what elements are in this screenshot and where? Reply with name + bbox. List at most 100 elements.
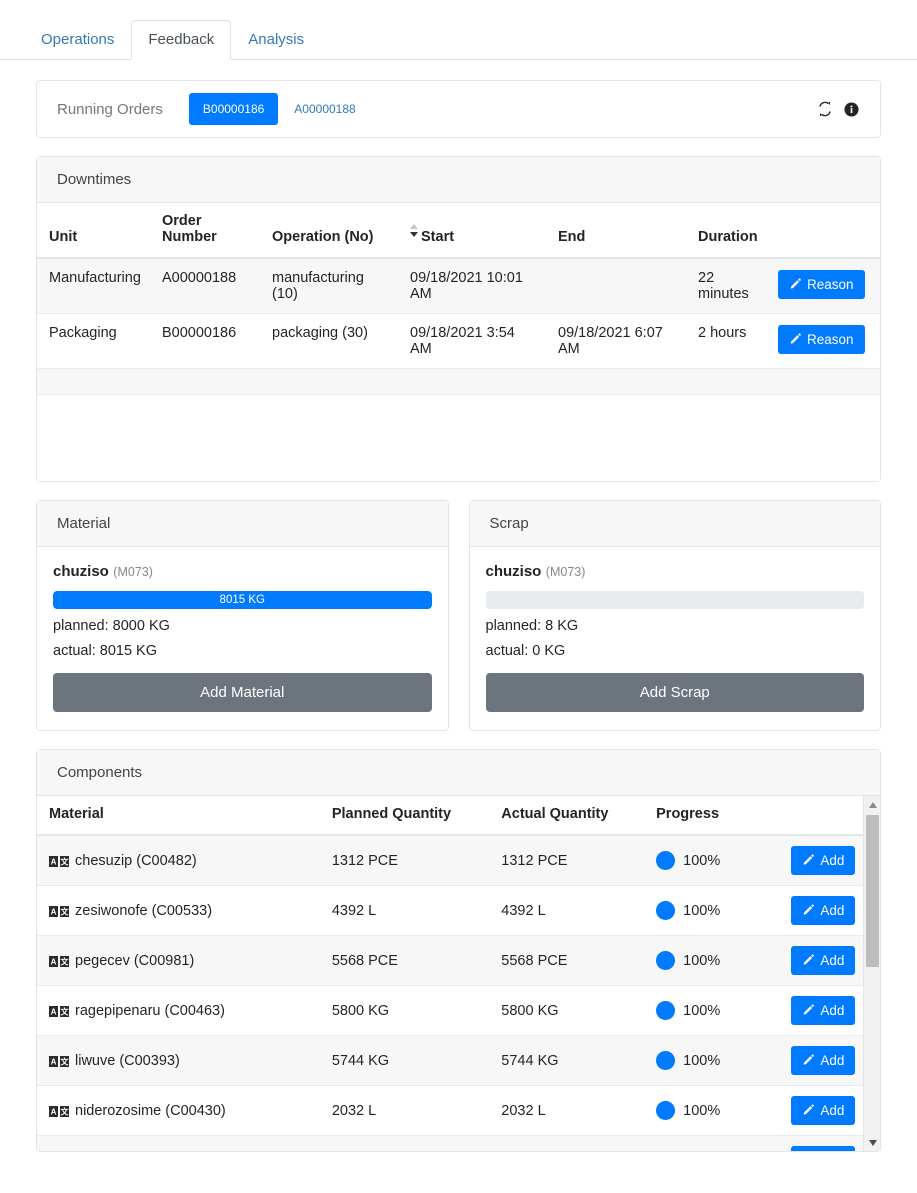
cell-progress-label: 100% bbox=[683, 903, 720, 919]
cell-progress: 100% bbox=[646, 835, 781, 886]
cell-actual-quantity: 5744 KG bbox=[491, 1036, 646, 1086]
material-card: Material chuziso (M073) 8015 KG planned:… bbox=[36, 500, 449, 731]
add-component-button[interactable]: Add bbox=[791, 1046, 855, 1075]
order-link-secondary[interactable]: A00000188 bbox=[288, 93, 361, 125]
svg-text:A: A bbox=[51, 1108, 57, 1117]
column-header-end[interactable]: End bbox=[548, 203, 688, 258]
column-header-material[interactable]: Material bbox=[37, 796, 322, 835]
table-row: A文chesuzip (C00482)1312 PCE1312 PCE100%A… bbox=[37, 835, 880, 886]
add-material-button[interactable]: Add Material bbox=[53, 673, 432, 712]
column-header-start-label: Start bbox=[421, 229, 454, 245]
cell-progress: 100% bbox=[646, 1036, 781, 1086]
running-orders-card: Running Orders B00000186 A00000188 bbox=[36, 80, 881, 138]
cell-material-label: zesiwonofe (C00533) bbox=[75, 903, 212, 919]
add-component-button-label: Add bbox=[820, 953, 844, 968]
table-row: A文lowiworigepuxiy (C00901)1368 L1368 L10… bbox=[37, 1136, 880, 1152]
table-row: A文ragepipenaru (C00463)5800 KG5800 KG100… bbox=[37, 986, 880, 1036]
info-icon[interactable] bbox=[842, 100, 860, 118]
add-component-button[interactable]: Add bbox=[791, 1096, 855, 1125]
tab-operations-label: Operations bbox=[41, 31, 114, 48]
pencil-icon bbox=[802, 1104, 815, 1117]
pencil-icon bbox=[802, 1004, 815, 1017]
scrollbar-thumb[interactable] bbox=[866, 815, 879, 967]
add-component-button-label: Add bbox=[820, 853, 844, 868]
cell-empty bbox=[37, 369, 880, 395]
progress-dot-icon bbox=[656, 1101, 675, 1120]
add-scrap-button[interactable]: Add Scrap bbox=[486, 673, 865, 712]
reason-button[interactable]: Reason bbox=[778, 325, 865, 354]
downtimes-card: Downtimes Unit Order Number Operation (N… bbox=[36, 156, 881, 482]
add-component-button[interactable]: Add bbox=[791, 996, 855, 1025]
cell-planned-quantity: 1312 PCE bbox=[322, 835, 491, 886]
add-component-button-label: Add bbox=[820, 1003, 844, 1018]
add-component-button-label: Add bbox=[820, 1053, 844, 1068]
cell-material-label: ragepipenaru (C00463) bbox=[75, 1003, 225, 1019]
components-scrollbar[interactable] bbox=[863, 796, 880, 1151]
cell-progress-label: 100% bbox=[683, 953, 720, 969]
cell-material-label: pegecev (C00981) bbox=[75, 953, 194, 969]
components-scroll-area: Material Planned Quantity Actual Quantit… bbox=[37, 796, 880, 1151]
column-header-order-number[interactable]: Order Number bbox=[152, 203, 262, 258]
material-planned: planned: 8000 KG bbox=[53, 618, 432, 634]
order-button-selected[interactable]: B00000186 bbox=[189, 93, 278, 125]
scroll-down-arrow-icon[interactable] bbox=[864, 1134, 880, 1151]
material-name: chuziso bbox=[53, 563, 109, 580]
cell-planned-quantity: 5800 KG bbox=[322, 986, 491, 1036]
cell-progress-label: 100% bbox=[683, 853, 720, 869]
cell-actual-quantity: 1368 L bbox=[491, 1136, 646, 1152]
material-actual: actual: 8015 KG bbox=[53, 643, 432, 659]
add-component-button[interactable]: Add bbox=[791, 846, 855, 875]
cell-order-number: A00000188 bbox=[152, 258, 262, 314]
cell-material: A文pegecev (C00981) bbox=[37, 936, 322, 986]
add-component-button[interactable]: Add bbox=[791, 896, 855, 925]
add-component-button[interactable]: Add bbox=[791, 946, 855, 975]
column-header-actual-quantity[interactable]: Actual Quantity bbox=[491, 796, 646, 835]
reason-button-label: Reason bbox=[807, 277, 854, 292]
column-header-duration[interactable]: Duration bbox=[688, 203, 768, 258]
material-name-row: chuziso (M073) bbox=[53, 563, 432, 581]
cell-start: 09/18/2021 3:54 AM bbox=[400, 314, 548, 369]
scrap-name-row: chuziso (M073) bbox=[486, 563, 865, 581]
cell-actual-quantity: 1312 PCE bbox=[491, 835, 646, 886]
add-component-button[interactable]: Add bbox=[791, 1146, 855, 1151]
tab-bar: Operations Feedback Analysis bbox=[0, 0, 917, 60]
cell-material-label: liwuve (C00393) bbox=[75, 1053, 180, 1069]
cell-planned-quantity: 2032 L bbox=[322, 1086, 491, 1136]
column-header-progress[interactable]: Progress bbox=[646, 796, 781, 835]
components-card: Components Material Planned Quantity Act… bbox=[36, 749, 881, 1152]
scrap-title: Scrap bbox=[470, 501, 881, 547]
cell-duration: 22 minutes bbox=[688, 258, 768, 314]
cell-material: A文lowiworigepuxiy (C00901) bbox=[37, 1136, 322, 1152]
progress-dot-icon bbox=[656, 851, 675, 870]
translate-icon: A文 bbox=[49, 1105, 69, 1116]
tab-operations[interactable]: Operations bbox=[24, 20, 131, 61]
tab-analysis[interactable]: Analysis bbox=[231, 20, 321, 61]
scrap-card: Scrap chuziso (M073) planned: 8 KG actua… bbox=[469, 500, 882, 731]
column-header-unit[interactable]: Unit bbox=[37, 203, 152, 258]
svg-text:文: 文 bbox=[61, 857, 70, 867]
svg-text:A: A bbox=[51, 958, 57, 967]
column-header-operation[interactable]: Operation (No) bbox=[262, 203, 400, 258]
scrap-progress-bar bbox=[486, 591, 865, 609]
svg-text:A: A bbox=[51, 1008, 57, 1017]
translate-icon: A文 bbox=[49, 905, 69, 916]
table-row: A文zesiwonofe (C00533)4392 L4392 L100%Add bbox=[37, 886, 880, 936]
refresh-icon[interactable] bbox=[816, 100, 834, 118]
svg-text:文: 文 bbox=[61, 1007, 70, 1017]
cell-operation: packaging (30) bbox=[262, 314, 400, 369]
cell-planned-quantity: 1368 L bbox=[322, 1136, 491, 1152]
downtimes-table-head: Unit Order Number Operation (No) Start E… bbox=[37, 203, 880, 258]
cell-progress: 100% bbox=[646, 1086, 781, 1136]
reason-button[interactable]: Reason bbox=[778, 270, 865, 299]
column-header-planned-quantity[interactable]: Planned Quantity bbox=[322, 796, 491, 835]
material-code: (M073) bbox=[113, 565, 153, 579]
scroll-up-arrow-icon[interactable] bbox=[864, 796, 880, 813]
cell-actual-quantity: 5568 PCE bbox=[491, 936, 646, 986]
cell-unit: Manufacturing bbox=[37, 258, 152, 314]
tab-feedback[interactable]: Feedback bbox=[131, 20, 231, 61]
page-content: Running Orders B00000186 A00000188 Downt… bbox=[0, 60, 917, 1152]
pencil-icon bbox=[802, 854, 815, 867]
column-header-start[interactable]: Start bbox=[400, 203, 548, 258]
translate-icon: A文 bbox=[49, 1005, 69, 1016]
cell-end: 09/18/2021 6:07 AM bbox=[548, 314, 688, 369]
